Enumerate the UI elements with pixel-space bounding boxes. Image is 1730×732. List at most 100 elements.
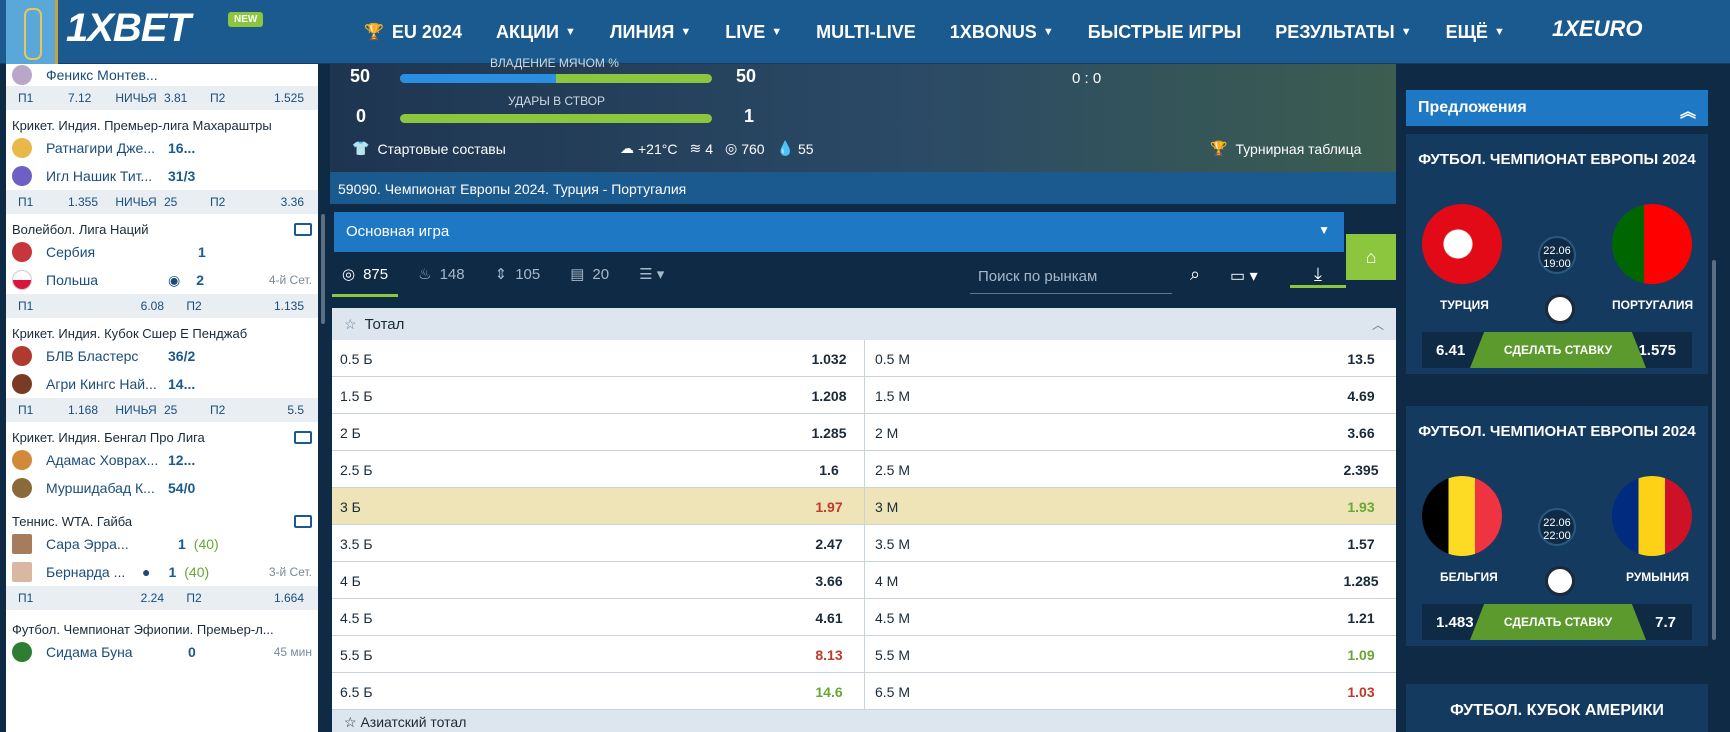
nav-eu2024[interactable]: 🏆 EU 2024 [364, 22, 462, 43]
odds-team-2[interactable]: 7.7 [1655, 614, 1676, 631]
odds-value[interactable]: 1.664 [224, 591, 304, 605]
sidebar-scrollbar[interactable] [318, 64, 328, 732]
outcome-name[interactable]: 6.5 Б [332, 673, 794, 709]
outcome-name[interactable]: 1.5 Б [332, 377, 794, 413]
outcome-name[interactable]: 4 Б [332, 562, 794, 598]
odds-value[interactable]: 7.12 [68, 91, 108, 105]
odds-team-1[interactable]: 1.483 [1436, 614, 1474, 631]
outcome-name[interactable]: 5.5 Б [332, 636, 794, 672]
outcome-name[interactable]: 3.5 Б [332, 525, 794, 561]
odds-value[interactable]: 3.81 [164, 91, 210, 105]
1xeuro-logo[interactable]: 1XEURO [1552, 16, 1642, 42]
tv-icon[interactable] [294, 222, 312, 236]
outcome-name[interactable]: 0.5 М [864, 340, 1326, 376]
collapse-all-icon[interactable]: ⤓ [1290, 264, 1346, 288]
outcome-name[interactable]: 4.5 Б [332, 599, 794, 635]
outcome-name[interactable]: 2 М [864, 414, 1326, 450]
chart-toggle-button[interactable]: ⌂ [1346, 234, 1396, 280]
offers-scrollbar[interactable] [1712, 260, 1716, 640]
nav-line[interactable]: ЛИНИЯ ▼ [610, 22, 691, 43]
odds-value[interactable]: 1.355 [68, 195, 108, 209]
scrollbar-thumb[interactable] [321, 214, 325, 324]
outcome-name[interactable]: 2.5 Б [332, 451, 794, 487]
nav-promotions[interactable]: АКЦИИ ▼ [496, 22, 576, 43]
outcome-name[interactable]: 4.5 М [864, 599, 1326, 635]
nav-multilive[interactable]: MULTI-LIVE [816, 22, 916, 43]
nav-more[interactable]: ЕЩЁ ▼ [1446, 22, 1505, 43]
outcome-odds[interactable]: 8.13 [794, 636, 864, 672]
outcome-name[interactable]: 3.5 М [864, 525, 1326, 561]
event-group[interactable]: Крикет. Индия. Кубок Сшер Е Пенджаб БЛВ … [6, 318, 318, 398]
nav-live[interactable]: LIVE ▼ [725, 22, 782, 43]
collapse-icon[interactable]: ︽ [1680, 98, 1696, 122]
nav-1xbonus[interactable]: 1XBONUS ▼ [950, 22, 1054, 43]
outcome-name[interactable]: 5.5 М [864, 636, 1326, 672]
standings-link[interactable]: 🏆 Турнирная таблица [1210, 140, 1361, 157]
outcome-name[interactable]: 6.5 М [864, 673, 1326, 709]
outcome-name[interactable]: 1.5 М [864, 377, 1326, 413]
event-group[interactable]: Крикет. Индия. Премьер-лига Махараштры Р… [6, 110, 318, 190]
odds-value[interactable]: 2.24 [68, 591, 164, 605]
outcome-odds[interactable]: 1.09 [1326, 636, 1396, 672]
market-search-input[interactable]: Поиск по рынкам [970, 260, 1172, 294]
list-item[interactable]: Феникс Монтев... [6, 64, 318, 86]
outcome-odds[interactable]: 1.93 [1326, 488, 1396, 524]
tv-icon[interactable] [294, 514, 312, 528]
tv-icon[interactable] [294, 430, 312, 444]
odds-value[interactable]: 6.08 [68, 299, 164, 313]
odds-value[interactable]: 1.135 [224, 299, 304, 313]
odds-value[interactable]: 1.525 [254, 91, 304, 105]
outcome-name[interactable]: 3 Б [332, 488, 794, 524]
outcome-odds[interactable]: 13.5 [1326, 340, 1396, 376]
filter-list[interactable]: ▤ 20 [570, 265, 609, 284]
search-icon[interactable]: ⌕ [1190, 264, 1200, 285]
event-group[interactable]: Крикет. Индия. Бенгал Про Лига Адамас Хо… [6, 422, 318, 502]
event-group[interactable]: Теннис. WTA. Гайба Сара Эррa... 1 (40) Бер… [6, 502, 318, 586]
outcome-odds[interactable]: 1.6 [794, 451, 864, 487]
star-icon[interactable]: ☆ [344, 316, 357, 333]
outcome-name[interactable]: 3 М [864, 488, 1326, 524]
outcome-odds[interactable]: 4.61 [794, 599, 864, 635]
nav-fast-games[interactable]: БЫСТРЫЕ ИГРЫ [1088, 22, 1242, 43]
odds-value[interactable]: 3.36 [254, 195, 304, 209]
chevron-up-icon[interactable]: ︿ [1372, 316, 1384, 333]
event-group[interactable]: Волейбол. Лига Наций Сербия 1 Польша ◉ 2 4-й… [6, 214, 318, 294]
outcome-odds[interactable]: 1.97 [794, 488, 864, 524]
odds-value[interactable]: 25 [164, 403, 210, 417]
outcome-odds[interactable]: 1.57 [1326, 525, 1396, 561]
outcome-odds[interactable]: 2.395 [1326, 451, 1396, 487]
game-type-select[interactable]: Основная игра ▼ [334, 212, 1344, 252]
filter-updown[interactable]: ⇕ 105 [495, 265, 541, 284]
outcome-odds[interactable]: 1.285 [794, 414, 864, 450]
outcome-name[interactable]: 2 Б [332, 414, 794, 450]
site-logo[interactable]: 1XBET [66, 6, 191, 51]
outcome-odds[interactable]: 1.285 [1326, 562, 1396, 598]
view-toggle-icon[interactable]: ▭ ▾ [1230, 266, 1258, 286]
event-group[interactable]: Футбол. Чемпионат Эфиопии. Премьер-л... … [6, 610, 318, 666]
filter-popular[interactable]: ♨ 148 [418, 265, 464, 284]
star-icon[interactable]: ☆ [344, 714, 360, 730]
lineups-link[interactable]: 👕 Стартовые составы [352, 140, 506, 157]
outcome-odds[interactable]: 1.21 [1326, 599, 1396, 635]
outcome-odds[interactable]: 14.6 [794, 673, 864, 709]
odds-team-2[interactable]: 1.575 [1638, 342, 1676, 359]
outcome-odds[interactable]: 4.69 [1326, 377, 1396, 413]
odds-value[interactable]: 1.168 [68, 403, 108, 417]
odds-value[interactable]: 25 [164, 195, 210, 209]
nav-results[interactable]: РЕЗУЛЬТАТЫ ▼ [1275, 22, 1411, 43]
odds-team-1[interactable]: 6.41 [1436, 342, 1465, 359]
outcome-odds[interactable]: 1.032 [794, 340, 864, 376]
copa-america-card[interactable]: ФУТБОЛ. КУБОК АМЕРИКИ [1406, 684, 1708, 732]
outcome-odds[interactable]: 2.47 [794, 525, 864, 561]
outcome-odds[interactable]: 3.66 [1326, 414, 1396, 450]
offers-header[interactable]: Предложения ︽ [1406, 90, 1708, 126]
outcome-name[interactable]: 0.5 Б [332, 340, 794, 376]
outcome-odds[interactable]: 1.208 [794, 377, 864, 413]
next-market-header[interactable]: ☆ Азиатский тотал [332, 710, 1396, 732]
filter-all-markets[interactable]: ◎ 875 [342, 265, 388, 284]
outcome-odds[interactable]: 1.03 [1326, 673, 1396, 709]
place-bet-button[interactable]: СДЕЛАТЬ СТАВКУ [1470, 332, 1646, 368]
odds-value[interactable]: 5.5 [254, 403, 304, 417]
place-bet-button[interactable]: СДЕЛАТЬ СТАВКУ [1470, 604, 1646, 640]
outcome-odds[interactable]: 3.66 [794, 562, 864, 598]
